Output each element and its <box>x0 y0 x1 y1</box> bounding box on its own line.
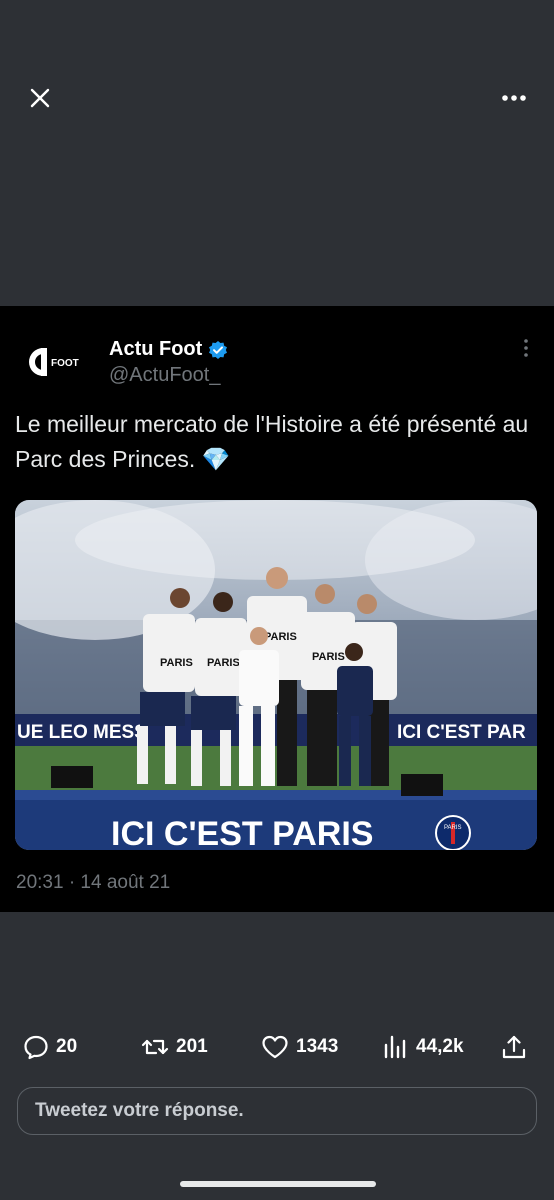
reply-input[interactable]: Tweetez votre réponse. <box>17 1087 537 1135</box>
like-button[interactable]: 1343 <box>260 1030 338 1064</box>
views-icon <box>384 1035 406 1059</box>
reply-placeholder: Tweetez votre réponse. <box>35 1100 244 1121</box>
actu-foot-logo: FOOT <box>29 348 79 376</box>
club-badge-text: PARIS <box>444 825 462 831</box>
author-name-row[interactable]: Actu Foot <box>109 338 228 361</box>
tweet-media-image[interactable]: UE LEO MESS ICI C'EST PAR ICI C'EST PARI… <box>15 500 537 850</box>
views-count: 44,2k <box>416 1036 464 1057</box>
avatar[interactable]: FOOT <box>16 334 90 390</box>
share-button[interactable] <box>500 1030 528 1064</box>
reply-button[interactable]: 20 <box>22 1030 77 1064</box>
banner-right-text: ICI C'EST PAR <box>397 722 526 743</box>
viewer-top-bar <box>0 0 554 200</box>
banner-left-text: UE LEO MESS <box>17 722 147 743</box>
home-indicator <box>180 1181 376 1187</box>
like-count: 1343 <box>296 1036 339 1057</box>
stadium-photo: UE LEO MESS ICI C'EST PAR ICI C'EST PARI… <box>15 500 537 850</box>
more-options-button[interactable] <box>498 82 530 114</box>
shirt-text: PARIS <box>312 651 345 663</box>
more-vertical-icon <box>524 339 528 357</box>
verified-badge-icon <box>209 340 228 359</box>
tweet-actions-bar: 20 201 1343 44,2k <box>0 1030 554 1064</box>
retweet-count: 201 <box>176 1036 208 1057</box>
tweet-timestamp[interactable]: 20:31 · 14 août 21 <box>16 872 170 894</box>
retweet-icon <box>141 1039 169 1055</box>
close-icon <box>30 88 50 108</box>
tweet-text: Le meilleur mercato de l'Histoire a été … <box>15 411 529 472</box>
close-button[interactable] <box>24 82 56 114</box>
reply-icon <box>24 1035 48 1060</box>
share-icon <box>502 1035 526 1059</box>
views-button[interactable]: 44,2k <box>382 1030 464 1064</box>
tweet-more-button[interactable] <box>516 336 536 360</box>
shirt-text: PARIS <box>264 631 297 643</box>
author-name: Actu Foot <box>109 338 203 360</box>
reply-count: 20 <box>56 1036 78 1057</box>
stage-text: ICI C'EST PARIS <box>111 815 374 850</box>
retweet-button[interactable]: 201 <box>140 1030 208 1064</box>
heart-icon <box>262 1035 288 1059</box>
shirt-text: PARIS <box>207 657 240 669</box>
shirt-text: PARIS <box>160 657 193 669</box>
author-handle[interactable]: @ActuFoot_ <box>109 364 220 387</box>
avatar-text: FOOT <box>51 358 79 369</box>
more-horizontal-icon <box>502 95 526 101</box>
